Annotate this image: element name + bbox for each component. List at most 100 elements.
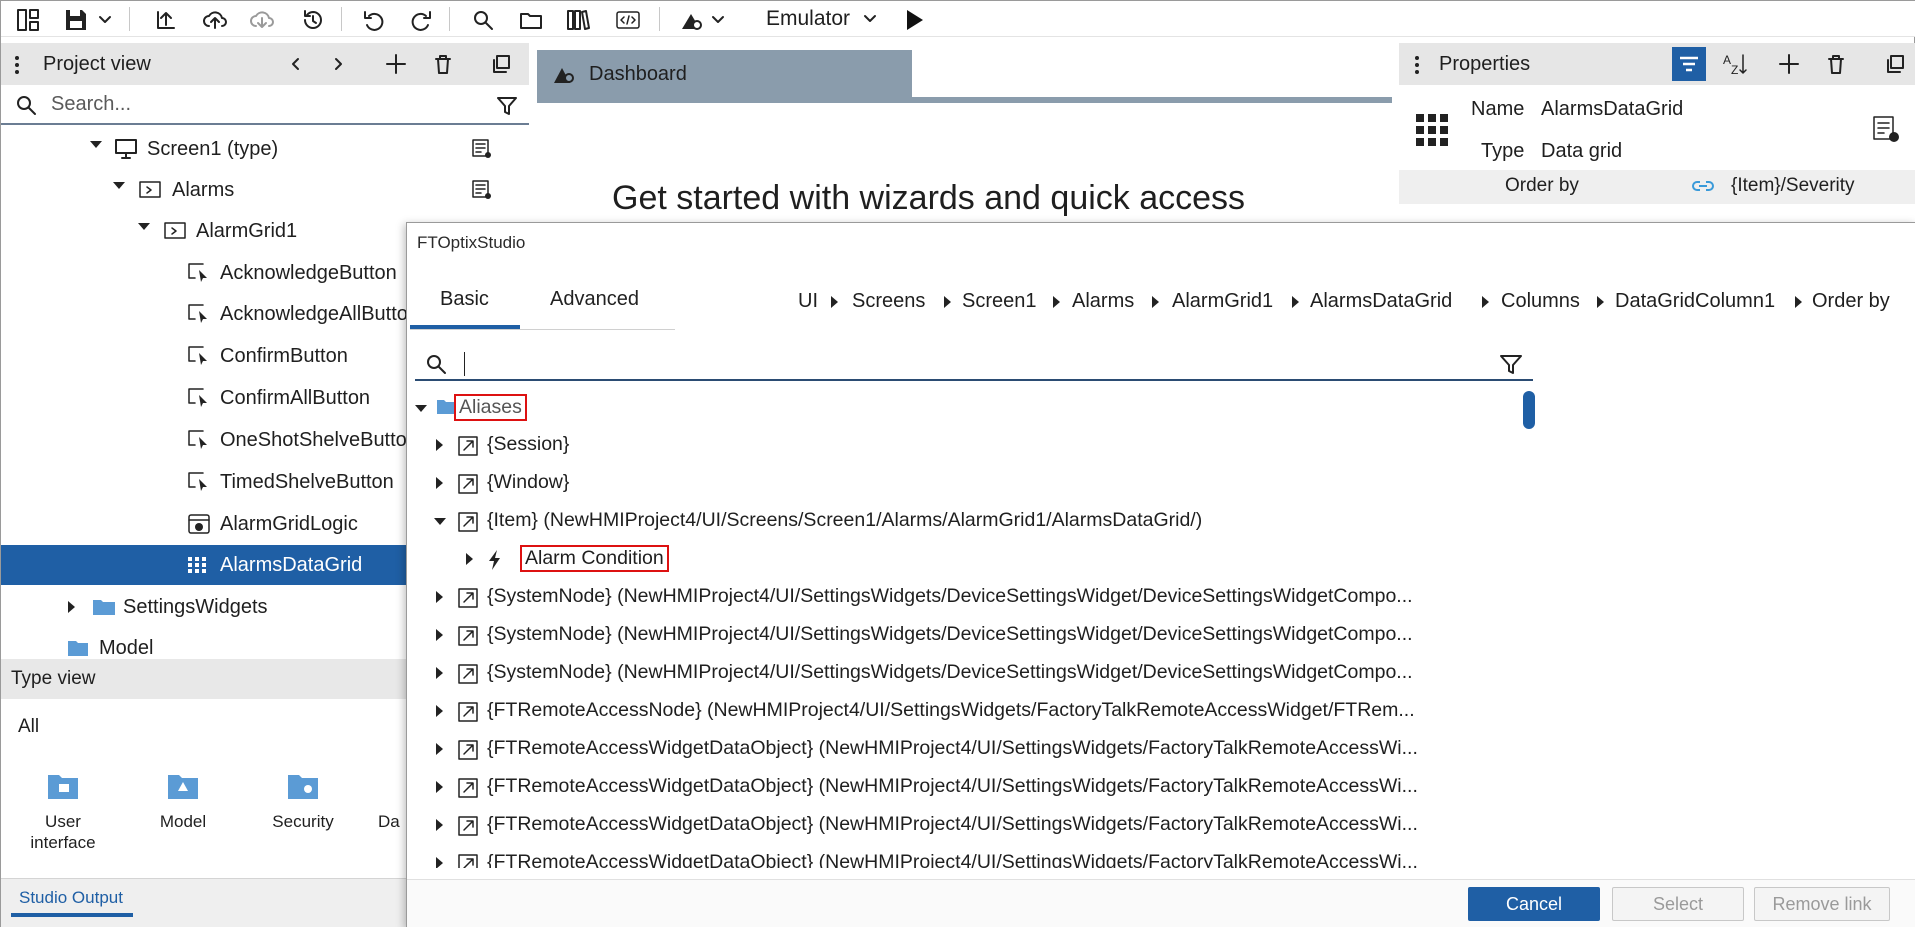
breadcrumb-item[interactable]: Columns: [1501, 290, 1580, 313]
library-icon[interactable]: [563, 5, 593, 35]
type-label: Type: [1481, 140, 1525, 162]
layout-icon[interactable]: [13, 5, 43, 35]
order-by-value[interactable]: {Item}/Severity: [1731, 175, 1855, 197]
tab-dashboard[interactable]: Dashboard: [537, 50, 912, 98]
folder-icon[interactable]: [516, 5, 546, 35]
delete-icon[interactable]: [1825, 53, 1847, 75]
type-category-model[interactable]: Model: [138, 771, 228, 832]
main-toolbar: Emulator: [1, 1, 1915, 37]
list-item-ftremoteaccesswidgetdataobject[interactable]: {FTRemoteAccessWidgetDataObject} (NewHMI…: [407, 772, 1517, 803]
chevron-down-icon[interactable]: [95, 5, 115, 35]
breadcrumb-item[interactable]: AlarmGrid1: [1172, 290, 1273, 313]
sort-category-button[interactable]: [1672, 47, 1706, 81]
list-item-systemnode[interactable]: {SystemNode} (NewHMIProject4/UI/Settings…: [407, 620, 1517, 651]
popout-icon[interactable]: [490, 53, 512, 75]
text-caret: [464, 352, 465, 376]
list-item-alarm-condition[interactable]: Alarm Condition: [407, 544, 1517, 575]
active-tab-indicator: [410, 325, 520, 329]
panel-icon: [164, 222, 186, 239]
breadcrumb-item[interactable]: Alarms: [1072, 290, 1134, 313]
select-button[interactable]: Select: [1612, 887, 1744, 921]
chevron-right-icon[interactable]: [330, 56, 346, 72]
code-icon[interactable]: [613, 5, 643, 35]
folder-icon: [437, 400, 455, 414]
button-icon: [188, 430, 207, 449]
tab-basic[interactable]: Basic: [440, 288, 489, 311]
breadcrumb-item[interactable]: Order by: [1812, 290, 1890, 313]
svg-text:A: A: [1723, 53, 1731, 67]
save-icon[interactable]: [61, 5, 91, 35]
list-item-ftremoteaccesswidgetdataobject[interactable]: {FTRemoteAccessWidgetDataObject} (NewHMI…: [407, 810, 1517, 841]
tree-item-alarms[interactable]: Alarms: [1, 170, 529, 210]
emulator-dropdown[interactable]: Emulator: [766, 7, 878, 31]
tree-item-screen1[interactable]: Screen1 (type): [1, 129, 529, 169]
button-icon: [188, 304, 207, 323]
breadcrumb-item[interactable]: UI: [798, 290, 818, 313]
breadcrumb-item[interactable]: Screens: [852, 290, 925, 313]
project-search[interactable]: Search...: [1, 85, 529, 125]
upload-icon[interactable]: [200, 5, 230, 35]
list-item-systemnode[interactable]: {SystemNode} (NewHMIProject4/UI/Settings…: [407, 582, 1517, 613]
chevron-down-icon[interactable]: [708, 5, 728, 35]
project-view-title: Project view: [43, 53, 151, 75]
list-item-item[interactable]: {Item} (NewHMIProject4/UI/Screens/Screen…: [407, 506, 1517, 537]
dialog-title: FTOptixStudio: [417, 233, 526, 252]
chevron-left-icon[interactable]: [288, 56, 304, 72]
list-item-label: Alarm Condition: [520, 545, 669, 572]
studio-output-tab[interactable]: Studio Output: [19, 888, 123, 908]
list-item-label: {FTRemoteAccessWidgetDataObject} (NewHMI…: [487, 775, 1418, 797]
link-icon[interactable]: [1691, 179, 1715, 193]
list-item-ftremoteaccesswidgetdataobject[interactable]: {FTRemoteAccessWidgetDataObject} (NewHMI…: [407, 848, 1517, 868]
properties-title: Properties: [1439, 53, 1531, 75]
dialog-search-input[interactable]: [415, 347, 1533, 381]
breadcrumb-item[interactable]: DataGridColumn1: [1615, 290, 1775, 313]
add-icon[interactable]: [385, 53, 407, 75]
deploy-icon[interactable]: [151, 5, 181, 35]
play-icon[interactable]: [899, 5, 929, 35]
data-grid-icon: [188, 557, 206, 573]
delete-icon[interactable]: [432, 53, 454, 75]
filter-icon[interactable]: [496, 95, 518, 117]
alias-icon: [458, 778, 478, 798]
alias-icon: [458, 854, 478, 868]
list-item-label: {Session}: [487, 433, 570, 455]
name-value[interactable]: AlarmsDataGrid: [1541, 98, 1683, 121]
filter-icon[interactable]: [1499, 353, 1523, 377]
type-category-security[interactable]: Security: [258, 771, 348, 832]
type-view-filter[interactable]: All: [18, 716, 39, 738]
search-icon[interactable]: [468, 5, 498, 35]
download-icon[interactable]: [247, 5, 277, 35]
properties-icon[interactable]: [471, 179, 493, 201]
list-item-systemnode[interactable]: {SystemNode} (NewHMIProject4/UI/Settings…: [407, 658, 1517, 689]
list-item-aliases[interactable]: Aliases: [407, 393, 1517, 424]
list-item-window[interactable]: {Window}: [407, 468, 1517, 499]
list-item-ftremoteaccesswidgetdataobject[interactable]: {FTRemoteAccessWidgetDataObject} (NewHMI…: [407, 734, 1517, 765]
properties-icon[interactable]: [471, 138, 493, 160]
remove-link-button[interactable]: Remove link: [1754, 887, 1890, 921]
build-settings-icon[interactable]: [676, 5, 706, 35]
breadcrumb-item[interactable]: AlarmsDataGrid: [1310, 290, 1452, 313]
popout-icon[interactable]: [1884, 53, 1906, 75]
list-item-label: {Window}: [487, 471, 570, 493]
dialog-scrollbar[interactable]: [1523, 391, 1535, 429]
drag-handle-icon: [15, 56, 19, 74]
build-settings-icon: [554, 68, 574, 83]
script-icon: [188, 514, 210, 534]
list-item-session[interactable]: {Session}: [407, 430, 1517, 461]
tab-advanced[interactable]: Advanced: [550, 288, 639, 311]
security-folder-icon: [288, 775, 318, 799]
breadcrumb-item[interactable]: Screen1: [962, 290, 1037, 313]
list-item-ftremoteaccessnode[interactable]: {FTRemoteAccessNode} (NewHMIProject4/UI/…: [407, 696, 1517, 727]
sort-alpha-icon[interactable]: AZ: [1721, 51, 1749, 77]
history-icon[interactable]: [298, 5, 328, 35]
undo-icon[interactable]: [359, 5, 389, 35]
cancel-button[interactable]: Cancel: [1468, 887, 1600, 921]
tree-item-label: AcknowledgeButton: [220, 262, 397, 284]
type-category-user-interface[interactable]: User interface: [18, 771, 108, 853]
tree-item-label: OneShotShelveButton: [220, 429, 418, 451]
add-icon[interactable]: [1778, 53, 1800, 75]
properties-icon[interactable]: [1871, 114, 1901, 144]
redo-icon[interactable]: [406, 5, 436, 35]
list-item-label: {FTRemoteAccessWidgetDataObject} (NewHMI…: [487, 737, 1418, 759]
tree-item-label: Model: [99, 637, 154, 659]
